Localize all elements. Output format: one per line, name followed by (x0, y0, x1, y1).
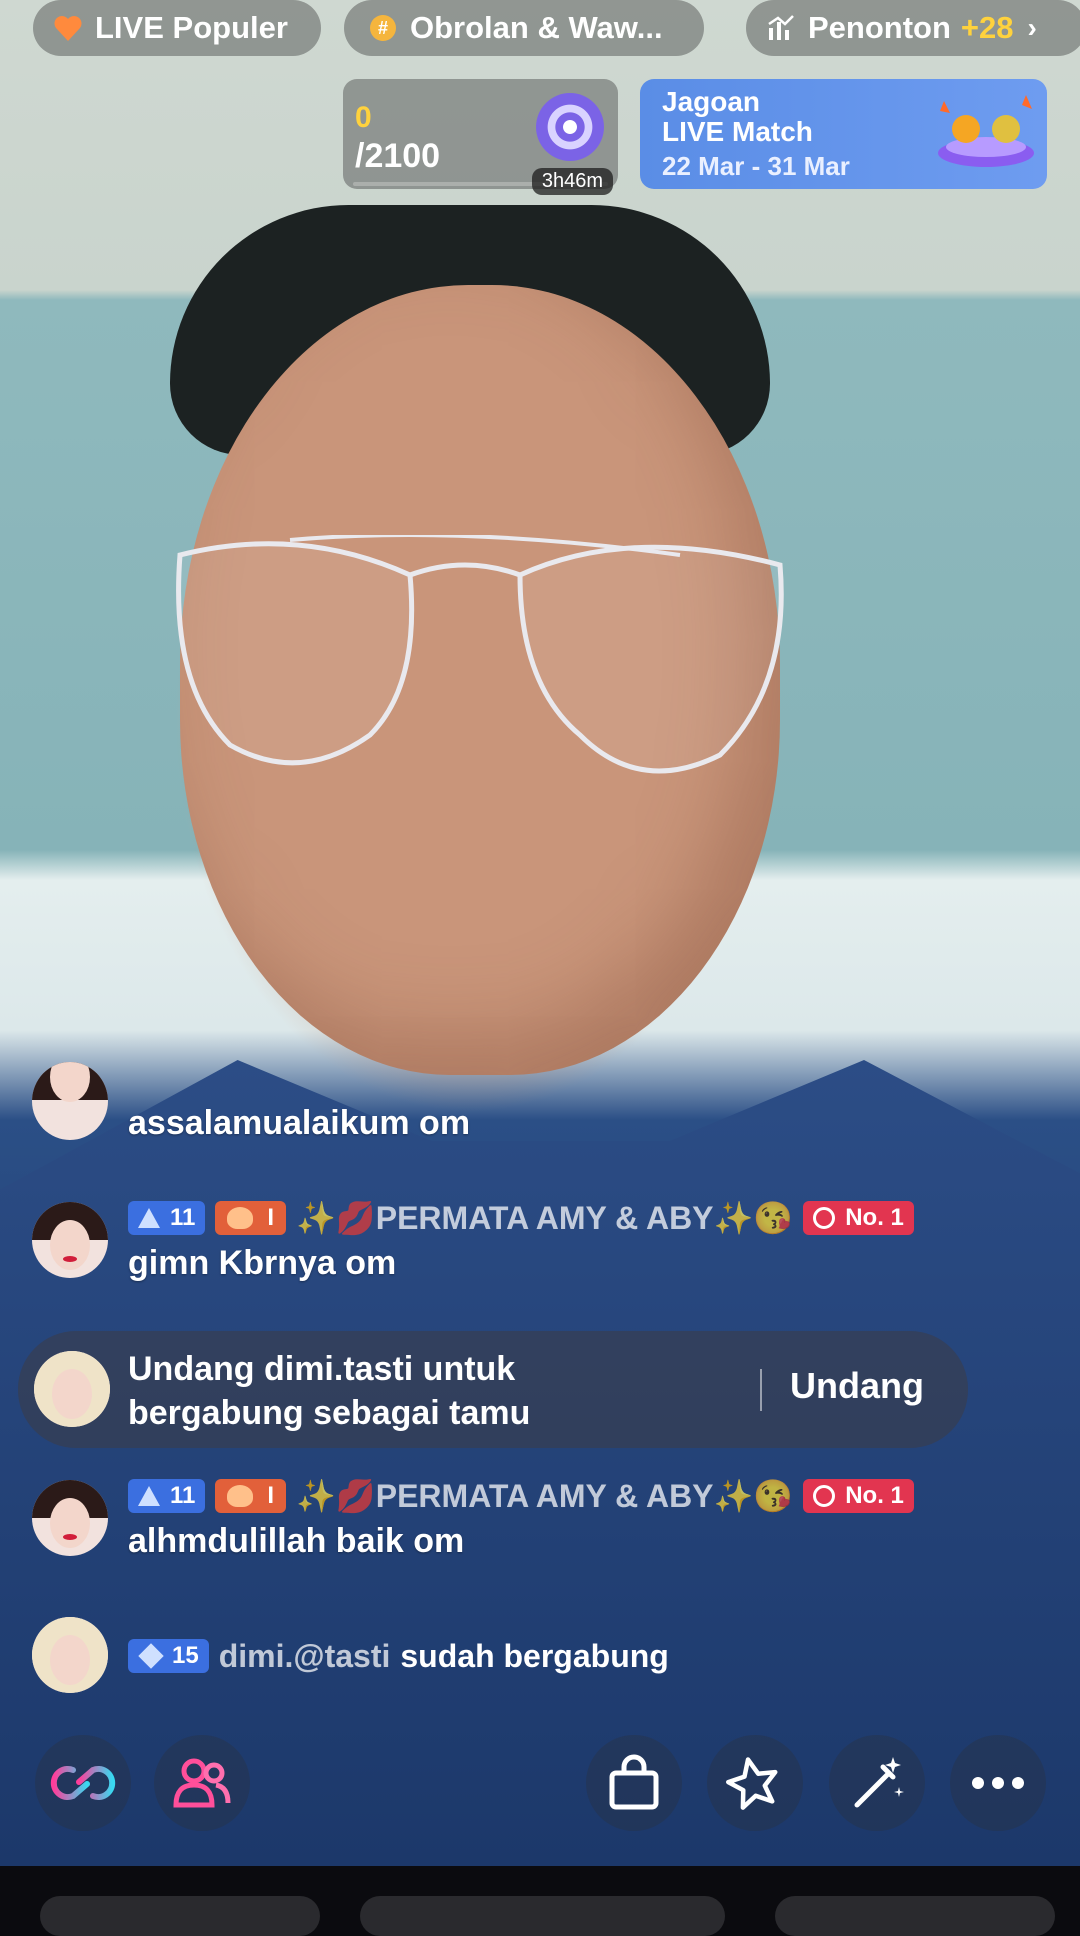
viewers-pill[interactable]: Penonton +28 › (746, 0, 1080, 56)
match-title-line1: Jagoan (662, 86, 761, 117)
nav-tab[interactable] (775, 1896, 1055, 1936)
chat-badges: 11 I ✨💋PERMATA AMY & ABY✨😘 No. 1 (128, 1199, 914, 1237)
level-triangle-icon (138, 1486, 160, 1506)
match-title: Jagoan LIVE Match (662, 87, 813, 147)
chat-avatar[interactable] (32, 1480, 108, 1556)
chat-avatar[interactable] (32, 1202, 108, 1278)
rank-badge: No. 1 (803, 1479, 914, 1513)
shopping-bag-icon (609, 1754, 659, 1810)
viewers-label: Penonton (808, 10, 951, 45)
guests-button[interactable] (154, 1735, 250, 1831)
match-title-line2: LIVE Match (662, 116, 813, 147)
user-level: 11 (170, 1204, 196, 1231)
partial-avatar[interactable] (32, 1062, 108, 1140)
match-trophy-icon (938, 95, 1034, 167)
avatar-face (52, 1369, 92, 1419)
clock-icon (813, 1207, 836, 1229)
heart-icon (53, 14, 83, 42)
avatar-face (50, 1635, 90, 1685)
heart-icon (227, 1485, 254, 1507)
chat-username[interactable]: ✨💋PERMATA AMY & ABY✨😘 (296, 1477, 793, 1515)
fan-level: I (267, 1482, 275, 1509)
invite-button[interactable]: Undang (790, 1365, 924, 1407)
level-triangle-icon (138, 1208, 160, 1228)
shop-button[interactable] (586, 1735, 682, 1831)
live-video-stream (0, 0, 1080, 1866)
fan-level: I (267, 1204, 275, 1231)
viewers-delta: +28 (960, 10, 1014, 45)
quest-progress-value: 0 (355, 101, 372, 134)
avatar-face (50, 1220, 90, 1270)
divider (760, 1369, 762, 1411)
invite-text-line1: Undang dimi.tasti untuk (128, 1350, 516, 1388)
more-icon (972, 1777, 1024, 1789)
chat-message-text: alhmdulillah baik om (128, 1522, 465, 1560)
star-effects-icon (726, 1757, 778, 1810)
joined-user-avatar[interactable] (32, 1617, 108, 1693)
diamond-icon (138, 1643, 164, 1669)
chat-badges: 11 I ✨💋PERMATA AMY & ABY✨😘 No. 1 (128, 1477, 914, 1515)
fan-club-badge: I (215, 1479, 287, 1513)
target-icon (536, 93, 604, 161)
rank-label: No. 1 (845, 1204, 904, 1231)
chat-username[interactable]: ✨💋PERMATA AMY & ABY✨😘 (296, 1199, 793, 1237)
joined-username[interactable]: dimi.@tasti (219, 1638, 391, 1675)
nav-tab[interactable] (360, 1896, 725, 1936)
live-popular-pill[interactable]: LIVE Populer (33, 0, 321, 56)
effects-button[interactable] (707, 1735, 803, 1831)
quest-timer: 3h46m (531, 168, 613, 195)
link-icon (50, 1766, 116, 1800)
magic-wand-icon (854, 1757, 904, 1808)
chat-message-text: assalamualaikum om (128, 1104, 471, 1142)
avatar-lips (63, 1256, 77, 1262)
hashtag-icon: # (370, 15, 396, 41)
host-shirt (0, 1060, 1080, 1866)
guests-icon (173, 1758, 231, 1808)
live-popular-label: LIVE Populer (95, 10, 288, 45)
invite-text-line2: bergabung sebagai tamu (128, 1394, 531, 1432)
fan-club-badge: I (215, 1201, 287, 1235)
chat-message-text: gimn Kbrnya om (128, 1244, 397, 1282)
host-glasses (176, 535, 784, 774)
user-level-badge: 11 (128, 1479, 206, 1513)
user-level-badge: 15 (128, 1639, 209, 1673)
user-level: 11 (170, 1482, 196, 1509)
category-pill[interactable]: # Obrolan & Waw... (344, 0, 704, 56)
quest-goal-value: /2100 (355, 137, 441, 175)
heart-icon (227, 1207, 254, 1229)
category-label: Obrolan & Waw... (410, 10, 663, 45)
user-level-badge: 11 (128, 1201, 206, 1235)
nav-tab[interactable] (40, 1896, 320, 1936)
link-button[interactable] (35, 1735, 131, 1831)
user-level: 15 (172, 1642, 199, 1669)
chevron-right-icon: › (1027, 12, 1037, 43)
invite-guest-banner: Undang dimi.tasti untuk bergabung sebaga… (18, 1331, 968, 1448)
invitee-avatar (34, 1351, 110, 1427)
join-text: sudah bergabung (400, 1637, 669, 1674)
rank-label: No. 1 (845, 1482, 904, 1509)
invite-text: Undang dimi.tasti untuk bergabung sebaga… (128, 1347, 648, 1435)
live-match-banner[interactable]: Jagoan LIVE Match 22 Mar - 31 Mar (640, 79, 1047, 189)
join-notice: 15 dimi.@tasti sudah bergabung (128, 1637, 669, 1675)
stats-chart-icon (768, 15, 794, 40)
rank-badge: No. 1 (803, 1201, 914, 1235)
beauty-button[interactable] (829, 1735, 925, 1831)
bottom-nav-strip (0, 1866, 1080, 1936)
match-dates: 22 Mar - 31 Mar (662, 151, 850, 181)
avatar-face (50, 1498, 90, 1548)
clock-icon (813, 1485, 836, 1507)
quest-progress-card[interactable]: 0 /2100 3h46m (343, 79, 618, 195)
more-button[interactable] (950, 1735, 1046, 1831)
avatar-lips (63, 1534, 77, 1540)
